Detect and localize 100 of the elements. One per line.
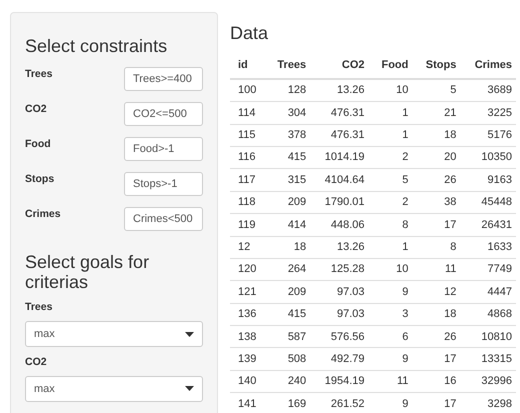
table-cell: 9	[368, 280, 412, 304]
table-cell: 21	[412, 102, 460, 124]
table-cell: 136	[230, 303, 264, 326]
table-cell: 448.06	[310, 214, 369, 236]
table-cell: 414	[264, 214, 310, 236]
section-heading: Select constraints	[25, 37, 168, 57]
table-cell: 8	[368, 214, 412, 236]
table-cell: 26	[412, 326, 460, 348]
table-cell: 10	[368, 258, 412, 281]
select-field[interactable]: max	[25, 321, 203, 348]
table-cell: 5176	[460, 124, 516, 146]
table-cell: 116	[230, 146, 264, 169]
table-cell: 209	[264, 280, 310, 304]
select-value: max	[34, 326, 55, 342]
table-cell: 13.26	[310, 236, 369, 258]
table-cell: 115	[230, 124, 264, 146]
table-cell: 576.56	[310, 326, 369, 348]
table-cell: 5	[412, 79, 460, 102]
input-field[interactable]: Stops>-1	[124, 172, 203, 196]
table-cell: 13.26	[310, 79, 369, 102]
table-cell: 125.28	[310, 258, 369, 281]
table-cell: 1790.01	[310, 191, 369, 214]
table-cell: 118	[230, 191, 264, 214]
table-cell: 264	[264, 258, 310, 281]
table-cell: 6	[368, 326, 412, 348]
input-field[interactable]: Crimes<500	[124, 206, 203, 231]
table-cell: 4447	[460, 280, 516, 304]
table-cell: 38	[412, 191, 460, 214]
table-cell: 13315	[460, 348, 516, 370]
table-cell: 141	[230, 392, 264, 413]
table-cell: 7749	[460, 258, 516, 281]
table-cell: 2	[368, 146, 412, 169]
field-label: Crimes	[25, 206, 61, 222]
field-label: Trees	[25, 300, 54, 316]
column-header: Crimes	[460, 54, 516, 80]
table-cell: 119	[230, 214, 264, 236]
table-cell: 378	[264, 124, 310, 146]
column-header: id	[230, 54, 264, 80]
table-cell: 120	[230, 258, 264, 281]
table-cell: 12	[230, 236, 264, 258]
table-cell: 1	[368, 102, 412, 124]
field-label: Trees	[25, 66, 52, 82]
field-label: Stops	[25, 172, 54, 187]
table-cell: 45448	[460, 191, 516, 214]
table-cell: 8	[412, 236, 460, 258]
caret-icon	[185, 332, 194, 337]
select-field[interactable]: max	[25, 376, 203, 402]
field-label: CO2	[25, 355, 48, 370]
caret-icon	[185, 386, 194, 392]
table-cell: 4868	[460, 303, 516, 326]
table-cell: 26431	[460, 214, 516, 236]
table-cell: 4104.64	[310, 168, 369, 192]
table-cell: 5	[368, 168, 412, 192]
table-cell: 10	[368, 79, 412, 102]
table-cell: 9	[368, 392, 412, 413]
table-cell: 117	[230, 168, 264, 192]
table-cell: 1	[368, 124, 412, 146]
table-cell: 1633	[460, 236, 516, 258]
field-label: CO2	[25, 102, 47, 117]
table-title: Data	[230, 24, 270, 44]
table-cell: 587	[264, 326, 310, 348]
table-cell: 20	[412, 146, 460, 169]
column-header: CO2	[310, 54, 369, 80]
table-cell: 114	[230, 102, 264, 124]
table-cell: 140	[230, 370, 264, 393]
table-cell: 476.31	[310, 124, 369, 146]
table-cell: 121	[230, 280, 264, 304]
table-cell: 11	[412, 258, 460, 281]
table-cell: 32996	[460, 370, 516, 393]
table-cell: 3225	[460, 102, 516, 124]
input-field[interactable]: Trees>=400	[124, 66, 203, 91]
table-cell: 12	[412, 280, 460, 304]
table-cell: 10350	[460, 146, 516, 169]
table-cell: 9163	[460, 168, 516, 192]
table-cell: 209	[264, 191, 310, 214]
table-cell: 100	[230, 79, 264, 102]
table-cell: 18	[264, 236, 310, 258]
table-cell: 26	[412, 168, 460, 192]
column-header: Stops	[412, 54, 460, 80]
table-cell: 16	[412, 370, 460, 393]
field-label: Food	[25, 136, 51, 152]
table-cell: 139	[230, 348, 264, 370]
table-cell: 315	[264, 168, 310, 192]
table-cell: 240	[264, 370, 310, 393]
table-cell: 1954.19	[310, 370, 369, 393]
table-cell: 3298	[460, 392, 516, 413]
table-cell: 97.03	[310, 280, 369, 304]
table-cell: 1	[368, 236, 412, 258]
table-cell: 3	[368, 303, 412, 326]
table-cell: 415	[264, 146, 310, 169]
table-cell: 169	[264, 392, 310, 413]
input-field[interactable]: CO2<=500	[124, 102, 203, 126]
table-cell: 97.03	[310, 303, 369, 326]
select-value: max	[34, 382, 55, 397]
table-cell: 11	[368, 370, 412, 393]
table-cell: 138	[230, 326, 264, 348]
table-cell: 10810	[460, 326, 516, 348]
column-header: Trees	[264, 54, 310, 80]
input-field[interactable]: Food>-1	[124, 136, 203, 161]
table-cell: 304	[264, 102, 310, 124]
